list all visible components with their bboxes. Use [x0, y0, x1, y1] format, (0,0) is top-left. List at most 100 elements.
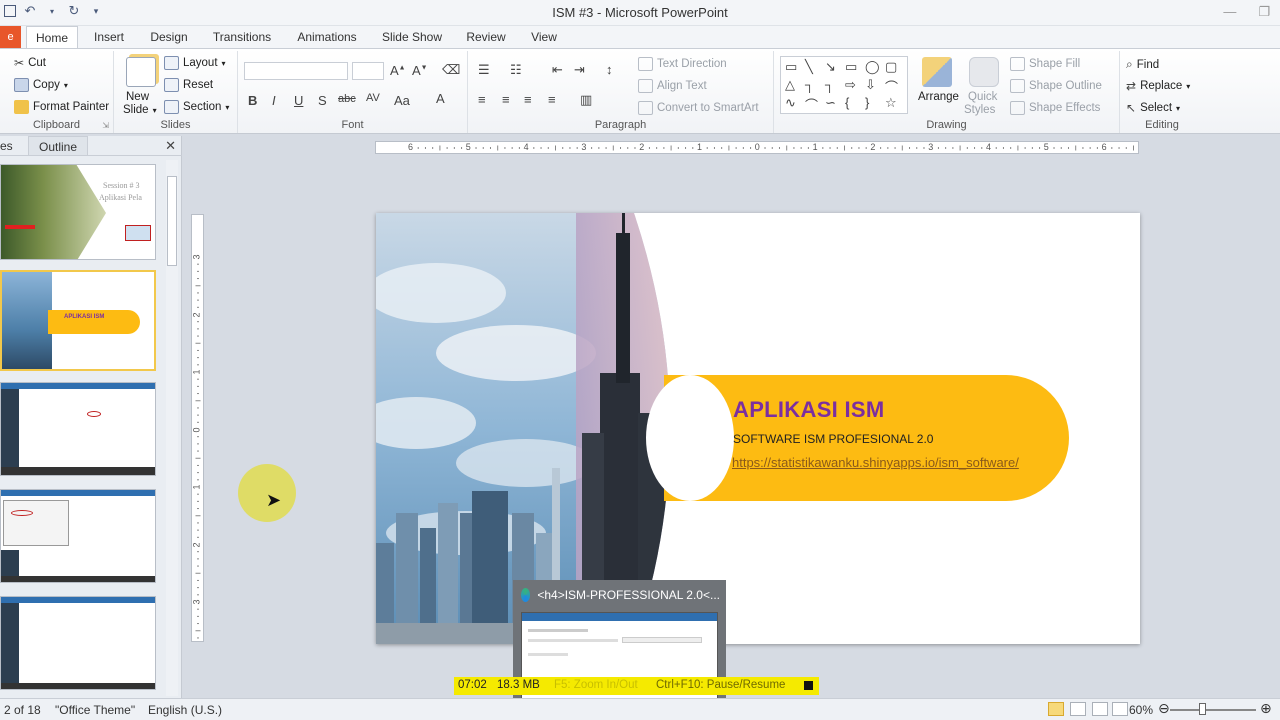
- arrange-button[interactable]: Arrange: [918, 91, 959, 103]
- bullets-icon[interactable]: ☰: [478, 62, 490, 78]
- layout-button[interactable]: Layout ▾: [164, 56, 226, 70]
- new-slide-label[interactable]: New: [126, 91, 149, 103]
- minimize-icon[interactable]: —: [1223, 4, 1236, 20]
- horizontal-ruler[interactable]: 6 5 4 3 2 1 0 1 2 3 4 5 6: [375, 141, 1139, 154]
- slide-sorter-button[interactable]: [1070, 702, 1086, 716]
- tab-view[interactable]: View: [524, 26, 564, 48]
- oval-shape-icon[interactable]: ◯: [865, 59, 880, 75]
- tab-outline[interactable]: Outline: [28, 136, 88, 156]
- slide-hyperlink[interactable]: https://statistikawanku.shinyapps.io/ism…: [732, 455, 1019, 470]
- italic-icon[interactable]: I: [272, 93, 276, 108]
- slides-panel-scrollbar[interactable]: [166, 160, 178, 696]
- replace-button[interactable]: ⇄ Replace ▾: [1126, 79, 1190, 93]
- section-button[interactable]: Section ▾: [164, 100, 229, 114]
- change-case-icon[interactable]: Aa: [394, 93, 410, 108]
- arrange-icon[interactable]: [922, 57, 952, 87]
- tab-insert[interactable]: Insert: [86, 26, 132, 48]
- shape-effects-button[interactable]: Shape Effects: [1010, 101, 1100, 115]
- tab-design[interactable]: Design: [144, 26, 194, 48]
- curve-shape-icon[interactable]: ∿: [785, 95, 796, 111]
- quick-styles-button[interactable]: Quick: [968, 91, 997, 103]
- font-size-combobox[interactable]: [352, 62, 384, 80]
- underline-icon[interactable]: U: [294, 93, 303, 108]
- decrease-indent-icon[interactable]: ⇤: [552, 62, 563, 78]
- new-slide-icon[interactable]: [126, 57, 156, 87]
- brace-shape-icon[interactable]: {: [845, 95, 849, 110]
- zoom-level[interactable]: 60%: [1129, 703, 1153, 717]
- slide-thumbnail-2[interactable]: APLIKASI ISM: [0, 270, 156, 371]
- zoom-in-icon[interactable]: ⊕: [1260, 700, 1272, 717]
- slide-subtitle[interactable]: SOFTWARE ISM PROFESIONAL 2.0: [733, 432, 933, 446]
- close-icon[interactable]: ✕: [165, 138, 176, 154]
- bold-icon[interactable]: B: [248, 93, 257, 108]
- tab-transitions[interactable]: Transitions: [208, 26, 276, 48]
- justify-icon[interactable]: ≡: [548, 92, 556, 107]
- tab-file[interactable]: e: [0, 26, 21, 48]
- triangle-shape-icon[interactable]: △: [785, 77, 795, 93]
- zoom-slider-thumb[interactable]: [1199, 703, 1206, 715]
- shapes-gallery[interactable]: ▭ ╲ ↘ ▭ ◯ ▢ △ ┐ ┐ ⇨ ⇩ ⌒ ∿ ⌒ ∽ { } ☆: [780, 56, 908, 114]
- scrollbar-thumb[interactable]: [167, 176, 177, 266]
- reset-button[interactable]: Reset: [164, 78, 213, 92]
- vertical-ruler[interactable]: 3 2 1 0 1 2 3: [191, 214, 204, 642]
- strikethrough-icon[interactable]: abc: [338, 93, 356, 105]
- columns-icon[interactable]: ▥: [580, 92, 592, 108]
- tab-review[interactable]: Review: [462, 26, 510, 48]
- new-slide-label2[interactable]: Slide ▾: [123, 104, 157, 116]
- line-spacing-icon[interactable]: ↕: [606, 62, 613, 77]
- tab-animations[interactable]: Animations: [292, 26, 362, 48]
- reading-view-button[interactable]: [1092, 702, 1108, 716]
- elbow-arrow-icon[interactable]: ┐: [825, 77, 834, 92]
- numbering-icon[interactable]: ☷: [510, 62, 522, 78]
- rounded-rect-shape-icon[interactable]: ▢: [885, 59, 897, 75]
- slide-thumbnail-1[interactable]: Session # 3 Aplikasi Pela: [0, 164, 156, 260]
- align-right-icon[interactable]: ≡: [524, 92, 532, 107]
- shape-outline-button[interactable]: Shape Outline: [1010, 79, 1102, 93]
- down-arrow-shape-icon[interactable]: ⇩: [865, 77, 876, 93]
- freeform-shape-icon[interactable]: ⌒: [885, 77, 898, 96]
- elbow-connector-icon[interactable]: ┐: [805, 77, 814, 92]
- zoom-slider[interactable]: [1170, 709, 1256, 711]
- convert-smartart-button[interactable]: Convert to SmartArt: [638, 101, 759, 115]
- stop-icon[interactable]: [804, 681, 813, 690]
- font-color-icon[interactable]: A: [436, 91, 445, 106]
- text-direction-button[interactable]: Text Direction: [638, 57, 727, 71]
- align-left-icon[interactable]: ≡: [478, 92, 486, 107]
- right-arrow-shape-icon[interactable]: ⇨: [845, 77, 856, 93]
- language[interactable]: English (U.S.): [148, 703, 222, 717]
- tab-home[interactable]: Home: [26, 26, 78, 48]
- tab-slides[interactable]: es: [0, 136, 13, 156]
- slide-canvas[interactable]: APLIKASI ISM SOFTWARE ISM PROFESIONAL 2.…: [376, 213, 1140, 644]
- font-name-combobox[interactable]: [244, 62, 348, 80]
- shape-fill-button[interactable]: Shape Fill: [1010, 57, 1080, 71]
- zoom-out-icon[interactable]: ⊖: [1158, 700, 1170, 717]
- select-button[interactable]: ↖ Select ▾: [1126, 101, 1180, 115]
- restore-icon[interactable]: ❐: [1258, 4, 1270, 20]
- quick-styles-icon[interactable]: [969, 57, 999, 87]
- find-button[interactable]: ⌕ Find: [1126, 57, 1159, 72]
- shrink-font-icon[interactable]: A▼: [412, 63, 428, 78]
- character-spacing-icon[interactable]: AV: [366, 92, 380, 104]
- slide-thumbnail-4[interactable]: [0, 489, 156, 583]
- tab-slide-show[interactable]: Slide Show: [378, 26, 446, 48]
- wave-shape-icon[interactable]: ∽: [825, 95, 836, 111]
- grow-font-icon[interactable]: A▲: [390, 63, 406, 78]
- textbox-shape-icon[interactable]: ▭: [785, 59, 797, 75]
- copy-button[interactable]: Copy ▾: [14, 78, 68, 92]
- arrow-shape-icon[interactable]: ↘: [825, 59, 836, 75]
- rectangle-shape-icon[interactable]: ▭: [845, 59, 857, 75]
- dialog-launcher-icon[interactable]: ⇲: [102, 121, 109, 130]
- arc-shape-icon[interactable]: ⌒: [805, 95, 818, 114]
- align-center-icon[interactable]: ≡: [502, 92, 510, 107]
- align-text-button[interactable]: Align Text: [638, 79, 707, 93]
- brace-right-shape-icon[interactable]: }: [865, 95, 869, 110]
- slide-title[interactable]: APLIKASI ISM: [733, 397, 885, 423]
- line-shape-icon[interactable]: ╲: [805, 59, 813, 75]
- increase-indent-icon[interactable]: ⇥: [574, 62, 585, 78]
- quick-styles-label2[interactable]: Styles: [964, 104, 995, 116]
- clear-formatting-icon[interactable]: ⌫: [442, 62, 460, 78]
- slide-show-button[interactable]: [1112, 702, 1128, 716]
- format-painter-button[interactable]: Format Painter: [14, 100, 109, 114]
- slide-thumbnail-5[interactable]: [0, 596, 156, 690]
- shadow-icon[interactable]: S: [318, 93, 327, 108]
